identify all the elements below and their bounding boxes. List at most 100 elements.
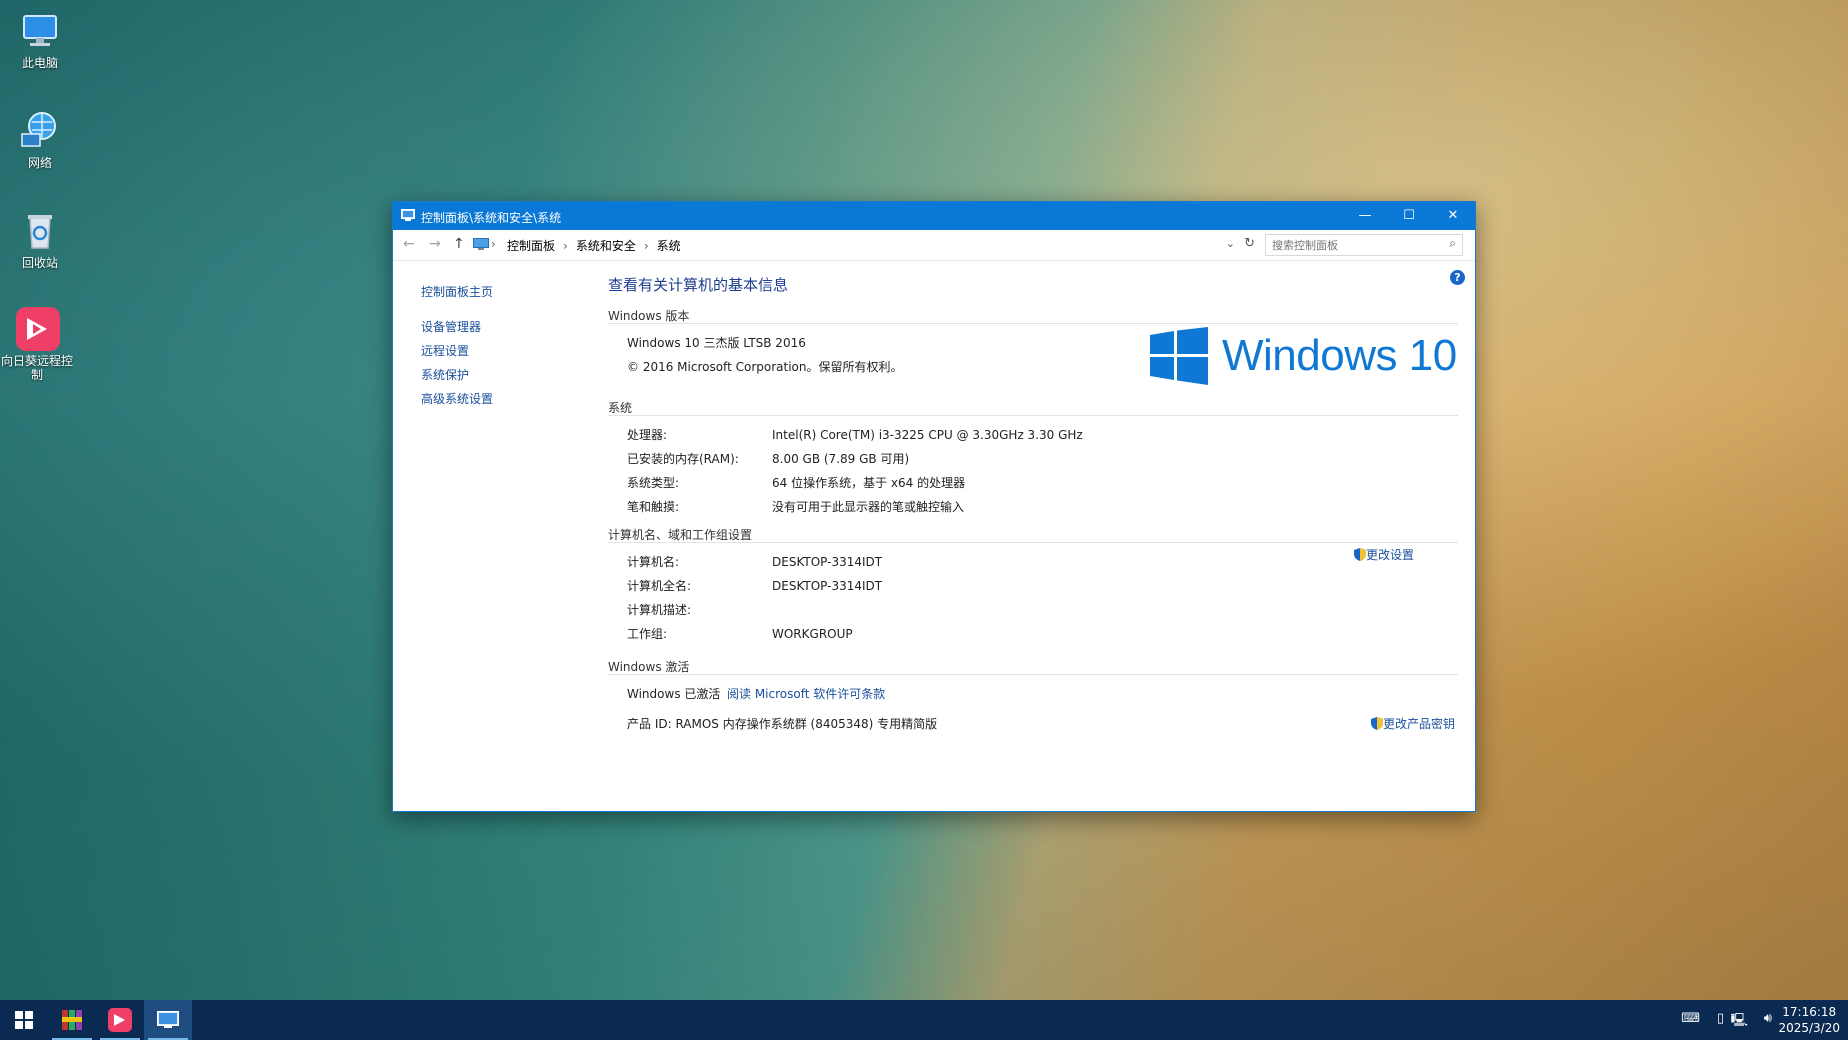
nav-remote-settings[interactable]: 远程设置 [421, 339, 561, 363]
breadcrumb-separator-icon: › [643, 239, 649, 253]
edition-value: Windows 10 三杰版 LTSB 2016 [627, 336, 806, 350]
title-bar[interactable]: 控制面板\系统和安全\系统 — ☐ ✕ [393, 202, 1475, 230]
breadcrumb-system-security[interactable]: 系统和安全 [576, 239, 636, 253]
desktop-icon-sunlogin[interactable]: 向日葵远程控制 [0, 306, 74, 382]
desktop-icon-this-pc[interactable]: 此电脑 [4, 8, 76, 70]
volume-icon[interactable]: 🔊︎ [1764, 1011, 1772, 1026]
row-label: 笔和触摸: [627, 500, 680, 514]
search-input[interactable] [1266, 235, 1434, 255]
refresh-icon[interactable]: ↻ [1244, 236, 1255, 251]
search-icon[interactable]: ⌕ [1449, 236, 1456, 251]
nav-control-panel-home[interactable]: 控制面板主页 [421, 280, 561, 304]
maximize-button[interactable]: ☐ [1387, 202, 1431, 230]
row-label: 计算机名: [627, 555, 680, 569]
product-id: 产品 ID: RAMOS 内存操作系统群 (8405348) 专用精简版 [627, 717, 938, 731]
battery-icon[interactable]: ▯ [1717, 1011, 1724, 1026]
desktop-icon-recycle-bin[interactable]: 回收站 [4, 208, 76, 270]
clock[interactable]: 17:16:18 2025/3/20 [1778, 1004, 1840, 1036]
search-box[interactable]: ⌕ [1265, 234, 1463, 256]
clock-time: 17:16:18 [1782, 1005, 1837, 1019]
close-button[interactable]: ✕ [1431, 202, 1475, 230]
system-window: 控制面板\系统和安全\系统 — ☐ ✕ ← → ↑ › 控制面板 › 系统和安全 › 系… [392, 201, 1476, 812]
windows10-logo-text: Windows 10 [1222, 331, 1457, 380]
section-header: Windows 激活 [608, 658, 1458, 675]
row-value: Intel(R) Core(TM) i3-3225 CPU @ 3.30GHz … [772, 428, 1083, 442]
product-id-row: 产品 ID: RAMOS 内存操作系统群 (8405348) 专用精简版 更改产… [608, 713, 1458, 737]
uac-shield-icon [1371, 717, 1383, 731]
row-label: 计算机描述: [627, 603, 692, 617]
row-label: 系统类型: [627, 476, 680, 490]
desktop-icon-label: 此电脑 [21, 56, 58, 70]
desktop-icon-label: 向日葵远程控制 [0, 354, 73, 382]
taskbar-sunlogin[interactable] [96, 1000, 144, 1040]
workgroup-row: 工作组: WORKGROUP [608, 623, 1458, 647]
system-window-icon [401, 209, 415, 225]
control-panel-icon [157, 1011, 179, 1028]
change-product-key-link[interactable]: 更改产品密钥 [1371, 713, 1455, 735]
sunlogin-icon [108, 1008, 132, 1032]
computer-description-row: 计算机描述: [608, 599, 1458, 623]
start-button[interactable] [0, 1000, 48, 1040]
copyright-text: © 2016 Microsoft Corporation。保留所有权利。 [627, 360, 903, 374]
windows-flag-icon [1150, 327, 1208, 385]
system-row-processor: 处理器: Intel(R) Core(TM) i3-3225 CPU @ 3.3… [608, 424, 1458, 448]
row-value: 没有可用于此显示器的笔或触控输入 [772, 500, 965, 514]
activation-status: Windows 已激活 [627, 687, 721, 701]
left-nav: 控制面板主页 设备管理器 远程设置 系统保护 高级系统设置 [421, 280, 561, 411]
page-title: 查看有关计算机的基本信息 [608, 276, 789, 294]
system-row-type: 系统类型: 64 位操作系统，基于 x64 的处理器 [608, 472, 1458, 496]
nav-system-protection[interactable]: 系统保护 [421, 363, 561, 387]
back-arrow-icon[interactable]: ← [403, 236, 415, 252]
taskbar: ⌨ ▯ 🖳 🔊︎ 17:16:18 2025/3/20 [0, 1000, 1848, 1040]
nav-advanced-system-settings[interactable]: 高级系统设置 [421, 387, 561, 411]
desktop-icon-network[interactable]: 网络 [4, 108, 76, 170]
window-title: 控制面板\系统和安全\系统 [421, 211, 562, 225]
row-label: 处理器: [627, 428, 668, 442]
breadcrumb: 控制面板 › 系统和安全 › 系统 [507, 237, 681, 254]
computer-name-row: 计算机名: DESKTOP-3314IDT [608, 551, 1458, 575]
recycle-bin-icon [18, 208, 62, 252]
system-row-ram: 已安装的内存(RAM): 8.00 GB (7.89 GB 可用) [608, 448, 1458, 472]
clock-date: 2025/3/20 [1778, 1021, 1840, 1035]
row-value: 64 位操作系统，基于 x64 的处理器 [772, 476, 966, 490]
full-computer-name-row: 计算机全名: DESKTOP-3314IDT [608, 575, 1458, 599]
desktop-icon-label: 网络 [27, 156, 52, 170]
main-content: 查看有关计算机的基本信息 Windows 版本 Windows 10 三杰版 L… [608, 274, 1458, 738]
row-value: DESKTOP-3314IDT [772, 555, 883, 569]
archive-app-icon [62, 1010, 82, 1030]
network-icon [18, 108, 62, 152]
breadcrumb-separator-icon: › [563, 239, 568, 253]
license-terms-link[interactable]: 阅读 Microsoft 软件许可条款 [727, 683, 885, 705]
breadcrumb-separator-icon: › [491, 237, 496, 251]
taskbar-winrar[interactable] [48, 1000, 96, 1040]
change-product-key-label: 更改产品密钥 [1383, 717, 1456, 731]
address-bar: ← → ↑ › 控制面板 › 系统和安全 › 系统 ⌄ ↻ ⌕ [393, 230, 1475, 261]
breadcrumb-control-panel[interactable]: 控制面板 [507, 239, 555, 253]
row-label: 工作组: [627, 627, 668, 641]
activation-status-row: Windows 已激活 阅读 Microsoft 软件许可条款 [608, 683, 1458, 713]
keyboard-icon[interactable]: ⌨ [1681, 1011, 1700, 1026]
taskbar-control-panel[interactable] [144, 1000, 192, 1040]
section-header: Windows 版本 [608, 307, 1458, 324]
minimize-button[interactable]: — [1343, 202, 1387, 230]
network-tray-icon[interactable]: 🖳 [1731, 1011, 1748, 1033]
nav-device-manager[interactable]: 设备管理器 [421, 315, 561, 339]
up-arrow-icon[interactable]: ↑ [453, 236, 465, 252]
windows-logo: Windows 10 [1150, 327, 1457, 385]
system-section: 系统 处理器: Intel(R) Core(TM) i3-3225 CPU @ … [608, 399, 1458, 526]
address-dropdown-icon[interactable]: ⌄ [1226, 237, 1235, 250]
section-header: 计算机名、域和工作组设置 [608, 526, 1458, 543]
forward-arrow-icon[interactable]: → [429, 236, 441, 252]
sunlogin-icon [15, 306, 60, 351]
breadcrumb-system[interactable]: 系统 [657, 239, 681, 253]
system-row-pen-touch: 笔和触摸: 没有可用于此显示器的笔或触控输入 [608, 496, 1458, 520]
windows-edition-section: Windows 版本 Windows 10 三杰版 LTSB 2016 © 20… [608, 307, 1458, 399]
row-label: 计算机全名: [627, 579, 692, 593]
computer-location-icon [473, 238, 489, 254]
row-label: 已安装的内存(RAM): [627, 452, 739, 466]
row-value: 8.00 GB (7.89 GB 可用) [772, 452, 910, 466]
row-value: WORKGROUP [772, 627, 853, 641]
activation-section: Windows 激活 Windows 已激活 阅读 Microsoft 软件许可… [608, 658, 1458, 738]
section-header: 系统 [608, 399, 1458, 416]
row-value: DESKTOP-3314IDT [772, 579, 883, 593]
